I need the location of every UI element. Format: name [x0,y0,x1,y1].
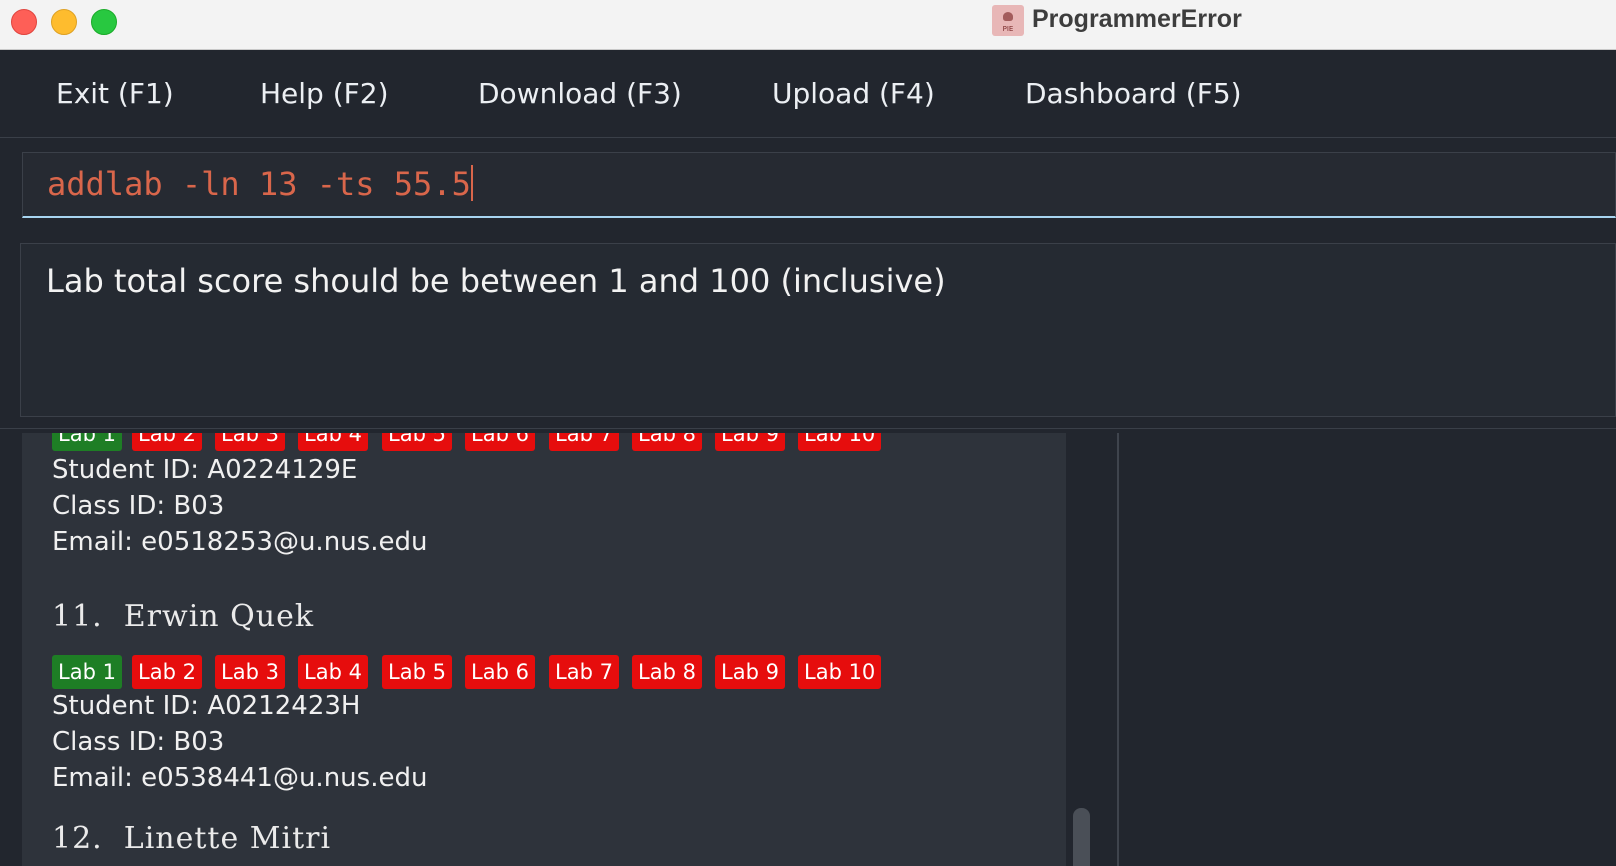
lab-tag: Lab 9 [715,655,785,689]
student-email: Email: e0538441@u.nus.edu [52,763,428,793]
command-value: addlab -ln 13 -ts 55.5 [47,165,471,203]
lab-tag: Lab 3 [215,655,285,689]
student-list-panel: Lab 1 Lab 2 Lab 3 Lab 4 Lab 5 Lab 6 Lab … [0,433,1119,866]
lab-tag: Lab 6 [465,655,535,689]
menu-download[interactable]: Download (F3) [478,77,682,110]
lab-tag: Lab 2 [132,655,202,689]
command-text: addlab -ln 13 -ts 55.5 [47,165,473,203]
window-title: ProgrammerError [1032,5,1242,33]
title-bar: ProgrammerError [0,0,1616,50]
detail-pane [1121,433,1616,866]
lab-tag: Lab 8 [632,655,702,689]
result-message: Lab total score should be between 1 and … [46,262,946,300]
lab-tag: Lab 3 [215,433,285,451]
class-id: Class ID: B03 [52,727,225,757]
lab-tag: Lab 6 [465,433,535,451]
lab-tag: Lab 5 [382,433,452,451]
command-input[interactable]: addlab -ln 13 -ts 55.5 [22,152,1616,218]
student-email: Email: e0518253@u.nus.edu [52,527,428,557]
maximize-window-button[interactable] [91,9,117,35]
lab-tag: Lab 2 [132,433,202,451]
text-caret [470,165,473,201]
minimize-window-button[interactable] [51,9,77,35]
lab-tag: Lab 8 [632,433,702,451]
lab-tag: Lab 1 [52,655,122,689]
result-display: Lab total score should be between 1 and … [20,243,1616,417]
lab-tag: Lab 5 [382,655,452,689]
lab-tag: Lab 7 [549,655,619,689]
lab-tag: Lab 4 [298,433,368,451]
menu-bar: Exit (F1) Help (F2) Download (F3) Upload… [0,53,1616,138]
lab-tag: Lab 7 [549,433,619,451]
student-list[interactable]: Lab 1 Lab 2 Lab 3 Lab 4 Lab 5 Lab 6 Lab … [22,433,1066,866]
menu-help[interactable]: Help (F2) [260,77,389,110]
menu-exit[interactable]: Exit (F1) [56,77,174,110]
app-logo-icon [992,5,1024,36]
lab-tag: Lab 10 [798,433,882,451]
lab-tag: Lab 1 [52,433,122,451]
menu-dashboard[interactable]: Dashboard (F5) [1025,77,1242,110]
student-id: Student ID: A0224129E [52,455,358,485]
lab-tag: Lab 10 [798,655,882,689]
student-id: Student ID: A0212423H [52,691,361,721]
section-divider [0,428,1616,429]
command-area: addlab -ln 13 -ts 55.5 [0,139,1616,227]
lab-tag: Lab 9 [715,433,785,451]
student-name: 11. Erwin Quek [52,599,315,634]
close-window-button[interactable] [11,9,37,35]
list-scrollbar-thumb[interactable] [1073,808,1090,866]
student-name: 12. Linette Mitri [52,821,332,856]
class-id: Class ID: B03 [52,491,225,521]
lab-tag: Lab 4 [298,655,368,689]
menu-upload[interactable]: Upload (F4) [772,77,935,110]
